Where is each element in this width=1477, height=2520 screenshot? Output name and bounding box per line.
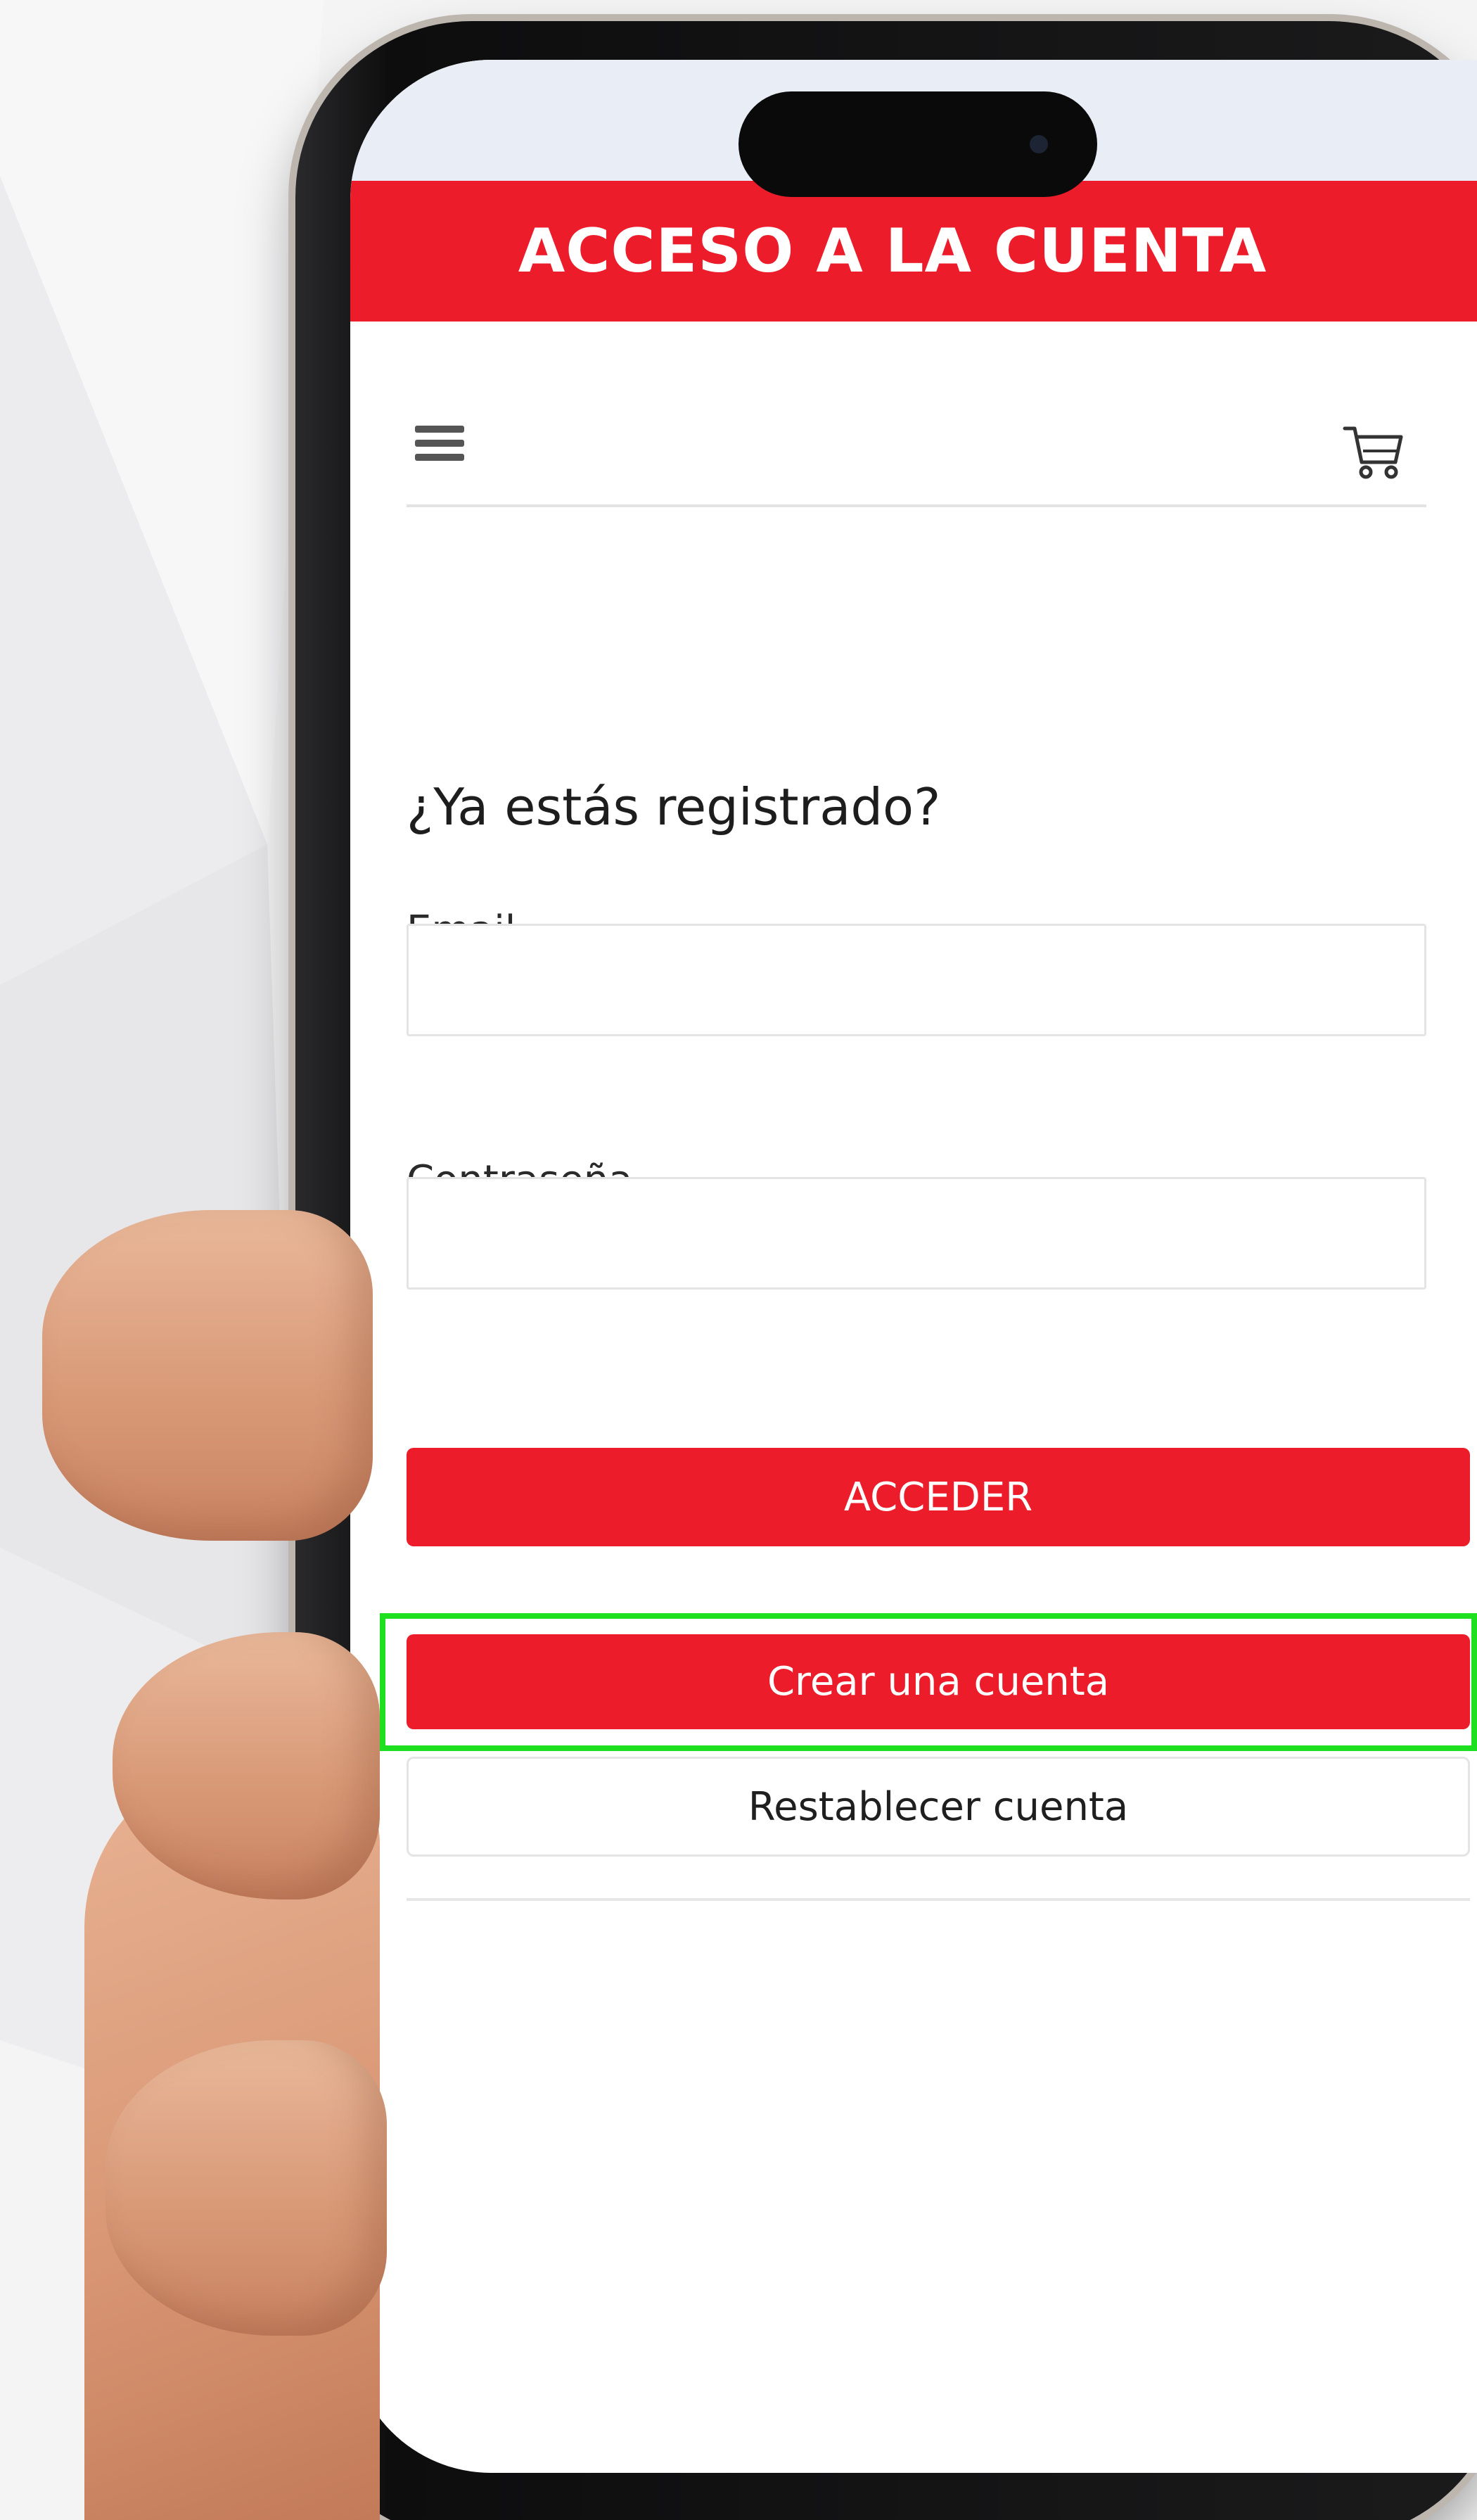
phone-screen: ACCESO A LA CUENTA ¿Ya estás registrado?…: [350, 60, 1477, 2473]
email-field[interactable]: [407, 924, 1426, 1036]
top-navigation: [407, 322, 1426, 507]
section-divider: [407, 1898, 1470, 1901]
password-field[interactable]: [407, 1177, 1426, 1290]
create-account-button[interactable]: Crear una cuenta: [407, 1634, 1470, 1729]
hand-finger-3: [106, 2040, 387, 2336]
front-camera: [1030, 135, 1048, 153]
login-submit-button[interactable]: ACCEDER: [407, 1448, 1470, 1546]
page-title: ACCESO A LA CUENTA: [518, 216, 1267, 286]
reset-account-button[interactable]: Restablecer cuenta: [407, 1757, 1470, 1857]
dynamic-island: [738, 91, 1097, 197]
page-title-bar: ACCESO A LA CUENTA: [350, 181, 1477, 322]
hand-finger-1: [42, 1210, 373, 1541]
login-heading: ¿Ya estás registrado?: [407, 777, 941, 836]
hamburger-menu-icon[interactable]: [415, 426, 464, 462]
shopping-cart-icon[interactable]: [1342, 420, 1405, 483]
